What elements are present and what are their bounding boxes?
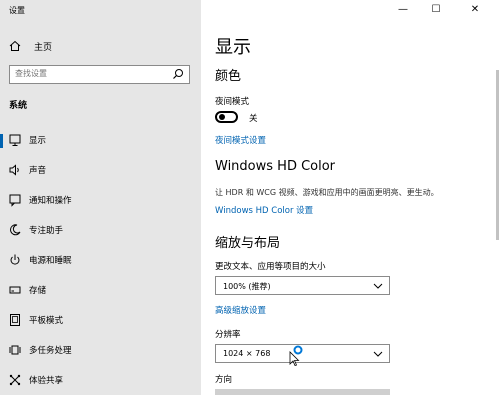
hd-color-settings-link[interactable]: Windows HD Color 设置 <box>215 204 313 216</box>
sidebar-item-label: 通知和操作 <box>29 196 72 206</box>
sidebar-item-sound[interactable]: 声音 <box>0 156 201 184</box>
scale-dropdown[interactable]: 100% (推荐) <box>215 276 390 295</box>
share-icon <box>9 374 21 386</box>
selected-indicator <box>0 134 3 148</box>
main-panel: 显示 颜色 夜间模式 关 夜间模式设置 Windows HD Color 让 H… <box>201 0 499 395</box>
notification-icon <box>9 194 21 207</box>
night-mode-toggle[interactable] <box>215 111 238 123</box>
page-title: 显示 <box>215 37 251 58</box>
scale-label: 更改文本、应用等项目的大小 <box>215 262 326 272</box>
window-title: 设置 <box>9 6 25 15</box>
sidebar-item-storage[interactable]: 存储 <box>0 276 201 304</box>
maximize-button[interactable]: ☐ <box>420 0 452 20</box>
title-bar: 设置 — ☐ ✕ <box>0 0 499 22</box>
search-input[interactable] <box>15 69 165 78</box>
toggle-knob <box>219 114 225 120</box>
tablet-icon <box>10 314 20 326</box>
search-box[interactable] <box>9 65 190 84</box>
color-heading: 颜色 <box>215 69 242 84</box>
resolution-label: 分辨率 <box>215 330 241 340</box>
close-button[interactable]: ✕ <box>459 0 491 20</box>
close-icon: ✕ <box>470 4 480 15</box>
chevron-down-icon <box>373 283 383 289</box>
advanced-scaling-link[interactable]: 高级缩放设置 <box>215 304 266 316</box>
sidebar-item-label: 专注助手 <box>29 226 64 236</box>
display-icon <box>9 134 21 146</box>
orientation-label: 方向 <box>215 375 233 385</box>
sidebar-item-power[interactable]: 电源和睡眠 <box>0 246 201 274</box>
chevron-down-icon <box>373 351 383 357</box>
scale-layout-heading: 缩放与布局 <box>215 236 281 251</box>
sidebar-item-label: 声音 <box>29 166 47 176</box>
sidebar-item-notifications[interactable]: 通知和操作 <box>0 186 201 214</box>
home-icon <box>9 40 21 51</box>
sidebar-item-tablet-mode[interactable]: 平板模式 <box>0 306 201 334</box>
sidebar-item-focus-assist[interactable]: 专注助手 <box>0 216 201 244</box>
busy-cursor-icon <box>289 345 303 366</box>
sidebar-item-multitasking[interactable]: 多任务处理 <box>0 336 201 364</box>
power-icon <box>10 254 20 265</box>
sidebar-item-label: 显示 <box>29 136 47 146</box>
section-label-system: 系统 <box>9 101 28 111</box>
sidebar-item-label: 电源和睡眠 <box>29 256 72 266</box>
home-label: 主页 <box>34 42 53 53</box>
sidebar-item-shared-experiences[interactable]: 体验共享 <box>0 366 201 394</box>
night-mode-label: 夜间模式 <box>215 97 250 107</box>
minimize-button[interactable]: — <box>387 0 419 20</box>
sidebar-item-display[interactable]: 显示 <box>0 126 201 154</box>
sidebar: 主页 系统 显示 声音 通知和操作 <box>0 0 201 395</box>
hd-color-description: 让 HDR 和 WCG 视频、游戏和应用中的画面更明亮、更生动。 <box>215 188 439 197</box>
night-mode-state: 关 <box>249 114 258 124</box>
storage-icon <box>9 286 21 294</box>
speaker-icon <box>9 164 19 176</box>
night-mode-settings-link[interactable]: 夜间模式设置 <box>215 134 266 146</box>
search-icon[interactable] <box>172 68 184 80</box>
resolution-value: 1024 × 768 <box>223 349 271 358</box>
sidebar-item-label: 存储 <box>29 286 47 296</box>
sidebar-item-label: 多任务处理 <box>29 346 72 356</box>
sidebar-item-label: 平板模式 <box>29 316 64 326</box>
multitask-icon <box>9 345 21 355</box>
home-link[interactable]: 主页 <box>9 39 52 53</box>
maximize-icon: ☐ <box>431 4 441 15</box>
orientation-dropdown[interactable] <box>215 389 390 395</box>
minimize-icon: — <box>398 4 408 15</box>
scale-value: 100% (推荐) <box>223 282 271 291</box>
hd-color-heading: Windows HD Color <box>215 159 336 174</box>
sidebar-item-label: 体验共享 <box>29 376 64 386</box>
moon-icon <box>10 224 21 236</box>
